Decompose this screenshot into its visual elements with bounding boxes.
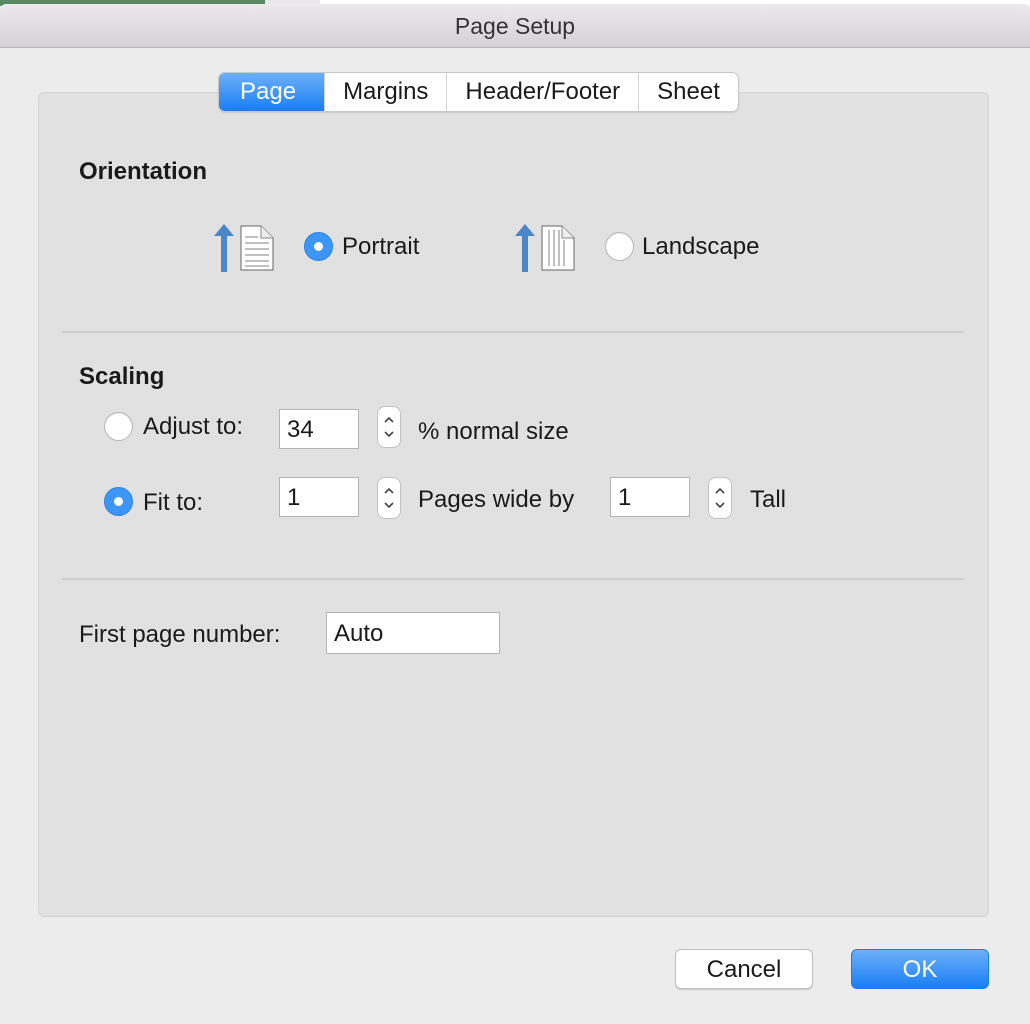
dialog-titlebar: Page Setup: [0, 4, 1030, 48]
first-page-number-label: First page number:: [79, 621, 281, 648]
stepper-arrows-icon: [715, 487, 725, 509]
normal-size-label: % normal size: [418, 418, 569, 445]
landscape-page-icon: [515, 224, 575, 272]
orientation-heading: Orientation: [79, 158, 208, 185]
first-page-number-field[interactable]: Auto: [326, 612, 500, 654]
landscape-label: Landscape: [642, 233, 760, 260]
fit-to-radio[interactable]: [104, 487, 133, 516]
section-divider: [62, 578, 964, 580]
portrait-radio[interactable]: [304, 232, 333, 261]
tab-bar: Page Margins Header/Footer Sheet: [219, 73, 738, 111]
pages-tall-field[interactable]: 1: [610, 477, 690, 517]
section-divider: [62, 331, 964, 333]
adjust-to-label: Adjust to:: [143, 413, 244, 440]
ok-button[interactable]: OK: [851, 949, 989, 989]
tab-header-footer[interactable]: Header/Footer: [446, 73, 638, 111]
pages-wide-label: Pages wide by: [418, 486, 575, 513]
stepper-arrows-icon: [384, 416, 394, 438]
fit-to-label: Fit to:: [143, 489, 204, 516]
tab-page[interactable]: Page: [219, 73, 325, 111]
tall-label: Tall: [750, 486, 787, 513]
landscape-radio[interactable]: [605, 232, 634, 261]
adjust-to-percent-field[interactable]: 34: [279, 409, 359, 449]
portrait-page-icon: [214, 224, 274, 272]
dialog-title: Page Setup: [454, 13, 576, 39]
stepper-arrows-icon: [384, 487, 394, 509]
pages-wide-field[interactable]: 1: [279, 477, 359, 517]
pages-wide-stepper[interactable]: [377, 477, 401, 519]
adjust-to-radio[interactable]: [104, 412, 133, 441]
portrait-label: Portrait: [342, 233, 420, 260]
cancel-button[interactable]: Cancel: [675, 949, 813, 989]
tab-sheet[interactable]: Sheet: [638, 73, 738, 111]
tab-margins[interactable]: Margins: [324, 73, 446, 111]
scaling-heading: Scaling: [79, 363, 165, 390]
adjust-to-stepper[interactable]: [377, 406, 401, 448]
pages-tall-stepper[interactable]: [708, 477, 732, 519]
